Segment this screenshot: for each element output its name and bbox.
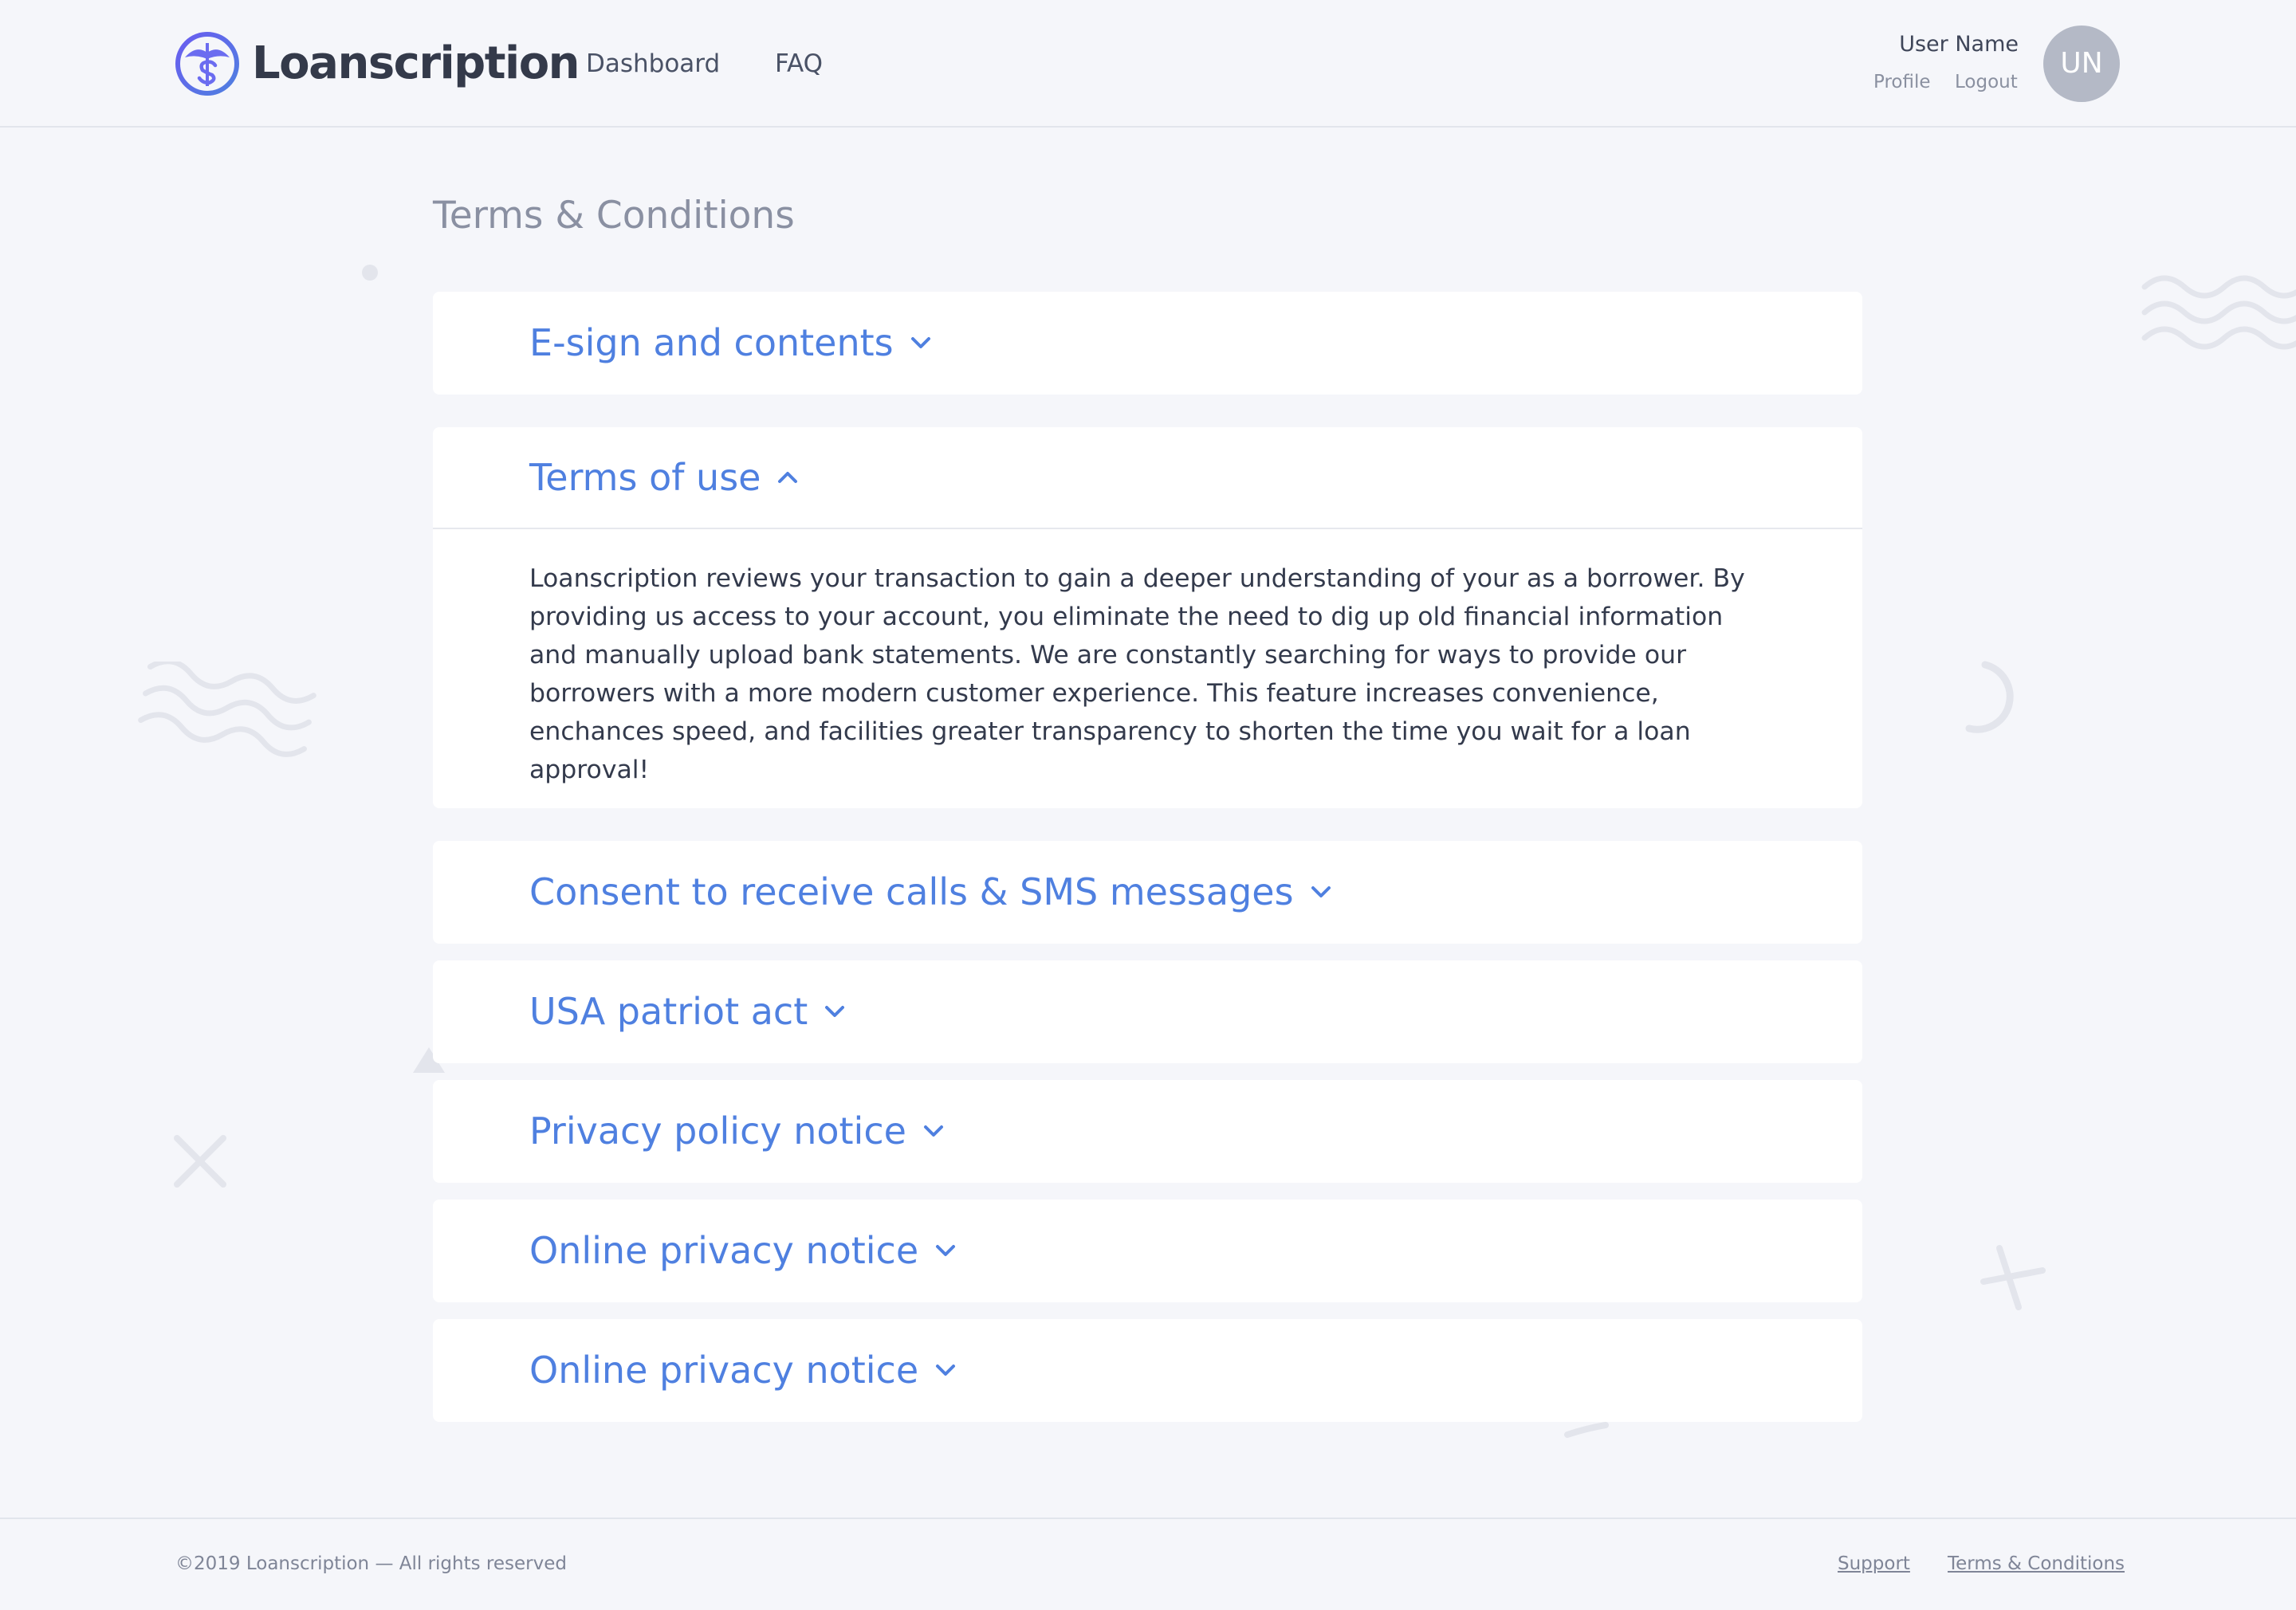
accordion-title: Terms of use — [529, 456, 761, 499]
logout-link[interactable]: Logout — [1955, 69, 2018, 96]
accordion-header-patriot-act[interactable]: USA patriot act — [433, 960, 1862, 1062]
accordion-online-privacy-1: Online privacy notice — [433, 1200, 1862, 1302]
support-link[interactable]: Support — [1838, 1549, 1910, 1578]
chevron-down-icon — [936, 1365, 956, 1376]
accordion-header-online-privacy-2[interactable]: Online privacy notice — [433, 1319, 1862, 1421]
user-name: User Name — [1899, 32, 2019, 57]
accordion-esign: E-sign and contents — [433, 292, 1862, 395]
accordion-header-esign[interactable]: E-sign and contents — [433, 292, 1862, 394]
terms-of-use-text: Loanscription reviews your transaction t… — [529, 564, 1745, 784]
brand-name[interactable]: Loanscription — [252, 32, 580, 96]
page-footer: ©2019 Loanscription — All rights reserve… — [0, 1518, 2296, 1610]
nav-dashboard[interactable]: Dashboard — [586, 46, 720, 81]
nav-faq[interactable]: FAQ — [775, 46, 823, 81]
page-title: Terms & Conditions — [433, 194, 795, 238]
accordion-title: USA patriot act — [529, 990, 808, 1033]
decorative-waves-left — [138, 662, 316, 757]
accordion-title: Privacy policy notice — [529, 1109, 906, 1153]
accordion-header-consent[interactable]: Consent to receive calls & SMS messages — [433, 841, 1862, 943]
accordion-title: E-sign and contents — [529, 321, 894, 364]
accordion-privacy-policy: Privacy policy notice — [433, 1080, 1862, 1183]
accordion-usa-patriot-act: USA patriot act — [433, 960, 1862, 1063]
accordion-online-privacy-2: Online privacy notice — [433, 1319, 1862, 1422]
decorative-cross-left — [174, 1135, 226, 1188]
accordion-header-online-privacy-1[interactable]: Online privacy notice — [433, 1200, 1862, 1302]
decorative-cross-right — [1980, 1245, 2046, 1310]
accordion-consent-calls-sms: Consent to receive calls & SMS messages — [433, 841, 1862, 944]
terms-conditions-link[interactable]: Terms & Conditions — [1948, 1549, 2125, 1578]
accordion-header-privacy-policy[interactable]: Privacy policy notice — [433, 1080, 1862, 1182]
copyright-text: ©2019 Loanscription — All rights reserve… — [175, 1553, 567, 1574]
avatar[interactable]: UN — [2043, 26, 2120, 102]
caduceus-dollar-icon[interactable] — [174, 30, 241, 97]
decorative-dot — [362, 265, 378, 281]
accordion-title: Consent to receive calls & SMS messages — [529, 870, 1294, 913]
top-header: Loanscription Dashboard FAQ User Name Pr… — [0, 0, 2296, 128]
chevron-down-icon — [825, 1006, 845, 1017]
profile-link[interactable]: Profile — [1873, 69, 1931, 96]
accordion-header-terms-of-use[interactable]: Terms of use — [433, 427, 1862, 528]
chevron-down-icon — [910, 337, 930, 348]
decorative-arc-right — [1965, 661, 2014, 733]
accordion-title: Online privacy notice — [529, 1229, 919, 1272]
chevron-down-icon — [1311, 886, 1331, 897]
chevron-down-icon — [936, 1245, 956, 1256]
decorative-waves-right — [2141, 275, 2296, 350]
chevron-down-icon — [923, 1125, 943, 1137]
accordion-title: Online privacy notice — [529, 1349, 919, 1392]
chevron-up-icon — [778, 472, 798, 483]
accordion-terms-of-use: Terms of use Loanscription reviews your … — [433, 427, 1862, 808]
